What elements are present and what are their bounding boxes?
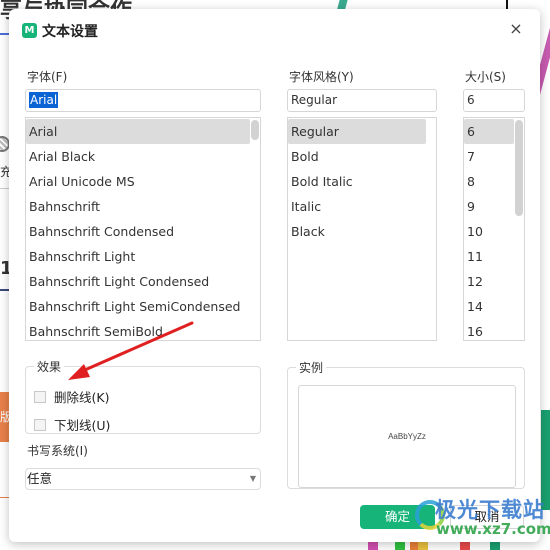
text-settings-dialog: M 文本设置 × 字体(F) Arial Arial Arial Black Ari… <box>9 9 540 542</box>
font-style-list-item[interactable]: Regular <box>288 119 426 144</box>
font-size-list-item[interactable]: 16 <box>464 319 524 340</box>
preview-legend: 实例 <box>299 361 324 375</box>
font-style-input[interactable]: Regular <box>287 89 437 112</box>
close-button[interactable]: × <box>507 20 525 38</box>
font-style-list-item[interactable]: Bold Italic <box>288 169 436 194</box>
app-logo-icon: M <box>22 23 37 38</box>
writing-system-label: 书写系统(I) <box>27 444 88 458</box>
underline-option[interactable]: 下划线(U) <box>34 415 110 434</box>
font-list-item[interactable]: Bahnschrift Light SemiCondensed <box>26 294 260 319</box>
strikethrough-checkbox[interactable] <box>34 390 46 403</box>
font-list-item[interactable]: Bahnschrift <box>26 194 260 219</box>
font-style-list-item[interactable]: Bold <box>288 144 436 169</box>
preview-group: 实例 AaBbYyZz <box>287 359 525 489</box>
font-input-value: Arial <box>29 92 59 108</box>
font-list-item[interactable]: Arial Unicode MS <box>26 169 260 194</box>
font-list-item[interactable]: Bahnschrift Condensed <box>26 219 260 244</box>
font-style-list-item[interactable]: Black <box>288 219 436 244</box>
font-size-list-item[interactable]: 11 <box>464 244 524 269</box>
font-label: 字体(F) <box>27 70 68 84</box>
underline-label: 下划线(U) <box>54 418 111 433</box>
effects-legend: 效果 <box>37 360 62 374</box>
font-list-item[interactable]: Bahnschrift Light Condensed <box>26 269 260 294</box>
font-size-input[interactable]: 6 <box>463 89 525 112</box>
dialog-title: 文本设置 <box>42 24 98 40</box>
strikethrough-label: 删除线(K) <box>54 390 110 405</box>
font-input[interactable]: Arial <box>25 89 261 112</box>
font-size-list-item[interactable]: 12 <box>464 269 524 294</box>
effects-group: 效果 删除线(K) 下划线(U) <box>25 358 261 434</box>
font-size-list[interactable]: 6 7 8 9 10 11 12 14 16 <box>463 117 525 341</box>
font-style-label: 字体风格(Y) <box>289 70 354 84</box>
strikethrough-option[interactable]: 删除线(K) <box>34 387 109 406</box>
preview-box: AaBbYyZz <box>298 385 516 488</box>
dialog-title-bar: M 文本设置 × <box>9 9 540 53</box>
chevron-down-icon: ▼ <box>249 474 256 483</box>
font-list-item[interactable]: Bahnschrift SemiBold <box>26 319 260 340</box>
preview-sample-text: AaBbYyZz <box>388 432 426 441</box>
writing-system-value: 任意 <box>27 471 53 486</box>
font-list-item[interactable]: Bahnschrift Light <box>26 244 260 269</box>
font-size-list-item[interactable]: 6 <box>464 119 514 144</box>
font-size-list-item[interactable]: 10 <box>464 219 524 244</box>
font-list[interactable]: Arial Arial Black Arial Unicode MS Bahnschr… <box>25 117 261 341</box>
font-size-label: 大小(S) <box>465 70 506 84</box>
writing-system-select[interactable]: 任意 ▼ <box>25 468 261 490</box>
font-style-list[interactable]: Regular Bold Bold Italic Italic Black <box>287 117 437 341</box>
watermark-url: www.xz7.com <box>436 520 550 538</box>
underline-checkbox[interactable] <box>34 418 46 431</box>
font-list-item[interactable]: Arial <box>26 119 250 144</box>
font-style-list-item[interactable]: Italic <box>288 194 436 219</box>
font-list-scrollbar[interactable] <box>251 120 259 140</box>
font-size-list-scrollbar[interactable] <box>515 120 523 216</box>
font-size-list-item[interactable]: 14 <box>464 294 524 319</box>
font-list-item[interactable]: Arial Black <box>26 144 260 169</box>
